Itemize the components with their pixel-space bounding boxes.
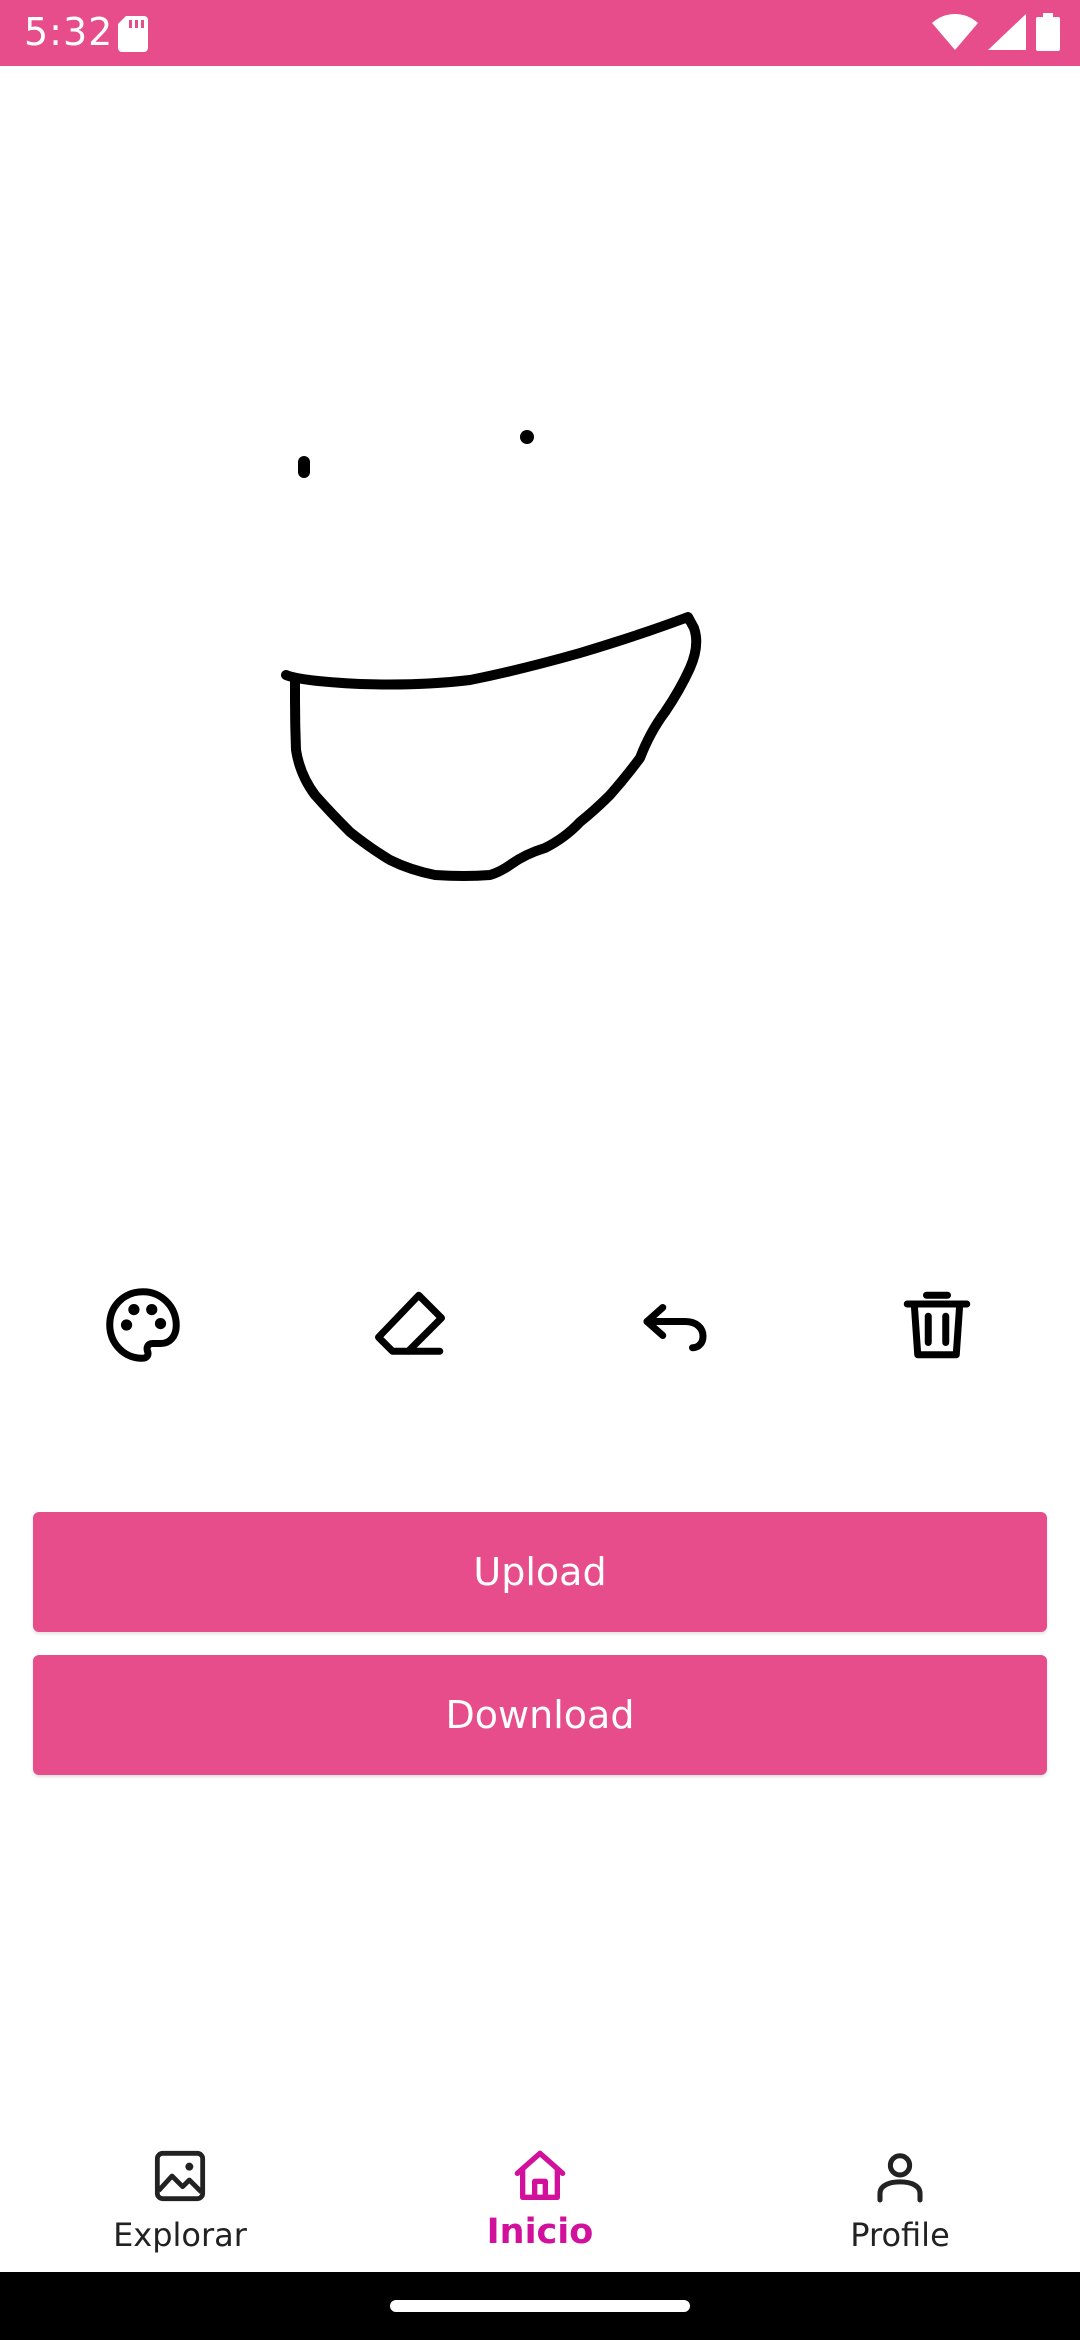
nav-item-inicio[interactable]: Inicio <box>360 2120 720 2270</box>
home-gesture-handle[interactable] <box>390 2300 690 2312</box>
upload-button[interactable]: Upload <box>33 1512 1047 1632</box>
bottom-nav: Explorar Inicio Profile <box>0 2120 1080 2270</box>
nav-item-explorar[interactable]: Explorar <box>0 2120 360 2270</box>
person-icon <box>868 2144 932 2208</box>
nav-item-profile[interactable]: Profile <box>720 2120 1080 2270</box>
status-time: 5:32 <box>24 10 114 54</box>
nav-label-profile: Profile <box>850 2216 950 2254</box>
status-bar: 5:32 <box>0 0 1080 66</box>
drawing-canvas[interactable] <box>0 66 1080 1246</box>
status-icons <box>932 12 1060 56</box>
nav-label-inicio: Inicio <box>486 2212 594 2252</box>
undo-button[interactable] <box>620 1270 730 1380</box>
system-nav-bar <box>0 2272 1080 2340</box>
palette-button[interactable] <box>88 1270 198 1380</box>
clear-button[interactable] <box>882 1270 992 1380</box>
eraser-icon <box>375 1291 445 1355</box>
home-icon <box>508 2144 572 2208</box>
tool-bar <box>0 1270 1080 1380</box>
download-button[interactable]: Download <box>33 1655 1047 1775</box>
wifi-icon <box>932 13 978 55</box>
nav-label-explorar: Explorar <box>113 2216 247 2254</box>
trash-icon <box>903 1291 971 1359</box>
undo-icon <box>643 1304 707 1352</box>
drawing-strokes <box>281 430 702 881</box>
sd-card-icon <box>118 16 148 52</box>
eraser-button[interactable] <box>355 1270 465 1380</box>
screen: 5:32 Upload Download Explorar Inicio Pro… <box>0 0 1080 2340</box>
palette-icon <box>106 1288 180 1362</box>
image-icon <box>148 2144 212 2208</box>
cell-signal-icon <box>988 13 1026 55</box>
battery-icon <box>1036 12 1060 56</box>
